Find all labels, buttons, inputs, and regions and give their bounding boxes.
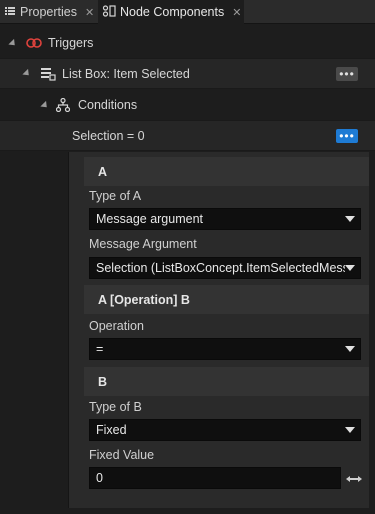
triggers-label: Triggers bbox=[48, 36, 94, 50]
section-b-header: B bbox=[84, 367, 369, 396]
tree-row-conditions[interactable]: Conditions bbox=[0, 90, 375, 120]
message-argument-label: Message Argument bbox=[89, 237, 197, 251]
properties-list-icon bbox=[4, 5, 16, 20]
trigger-item-label: List Box: Item Selected bbox=[62, 66, 190, 81]
message-argument-value: Selection (ListBoxConcept.ItemSelectedMe… bbox=[96, 261, 345, 275]
operation-value: = bbox=[96, 342, 104, 356]
type-of-a-value: Message argument bbox=[96, 212, 204, 226]
type-of-b-value: Fixed bbox=[96, 423, 127, 437]
fixed-value-value: 0 bbox=[96, 471, 103, 485]
tab-properties-label: Properties bbox=[20, 5, 77, 19]
expand-triangle-icon[interactable] bbox=[8, 38, 18, 48]
section-operation-header: A [Operation] B bbox=[84, 285, 369, 314]
condition-more-options-button[interactable]: ••• bbox=[336, 129, 358, 143]
close-icon[interactable]: ✕ bbox=[85, 6, 94, 19]
type-of-b-dropdown[interactable]: Fixed bbox=[89, 419, 361, 441]
fixed-value-label: Fixed Value bbox=[89, 448, 155, 462]
expand-triangle-icon[interactable] bbox=[40, 100, 50, 110]
conditions-tree-icon bbox=[56, 98, 70, 112]
tree-row-trigger-item[interactable]: List Box: Item Selected ••• bbox=[0, 58, 375, 89]
chevron-down-icon bbox=[345, 216, 355, 222]
fixed-value-input[interactable]: 0 bbox=[89, 467, 341, 489]
type-of-a-dropdown[interactable]: Message argument bbox=[89, 208, 361, 230]
drag-adjust-icon[interactable] bbox=[345, 472, 363, 486]
conditions-label: Conditions bbox=[78, 98, 138, 112]
section-a-header: A bbox=[84, 157, 369, 186]
type-of-a-label: Type of A bbox=[89, 189, 142, 203]
chevron-down-icon bbox=[345, 346, 355, 352]
close-icon[interactable]: ✕ bbox=[232, 6, 241, 19]
tab-node-components-label: Node Components bbox=[120, 5, 225, 19]
condition-label: Selection = 0 bbox=[72, 128, 145, 143]
message-argument-dropdown[interactable]: Selection (ListBoxConcept.ItemSelectedMe… bbox=[89, 257, 361, 279]
expand-triangle-icon[interactable] bbox=[22, 68, 32, 79]
chevron-down-icon bbox=[345, 265, 355, 271]
trigger-list-icon bbox=[40, 67, 56, 81]
tree-row-condition-selection[interactable]: Selection = 0 ••• bbox=[0, 120, 375, 151]
operation-dropdown[interactable]: = bbox=[89, 338, 361, 360]
more-options-button[interactable]: ••• bbox=[336, 67, 358, 81]
operation-label: Operation bbox=[89, 319, 144, 333]
type-of-b-label: Type of B bbox=[89, 400, 142, 414]
tree-row-triggers[interactable]: Triggers bbox=[0, 28, 375, 58]
chevron-down-icon bbox=[345, 427, 355, 433]
triggers-icon bbox=[26, 37, 42, 49]
tab-node-components[interactable]: Node Components ✕ bbox=[98, 0, 244, 24]
tab-properties[interactable]: Properties ✕ bbox=[4, 0, 96, 24]
node-components-icon bbox=[102, 4, 116, 20]
